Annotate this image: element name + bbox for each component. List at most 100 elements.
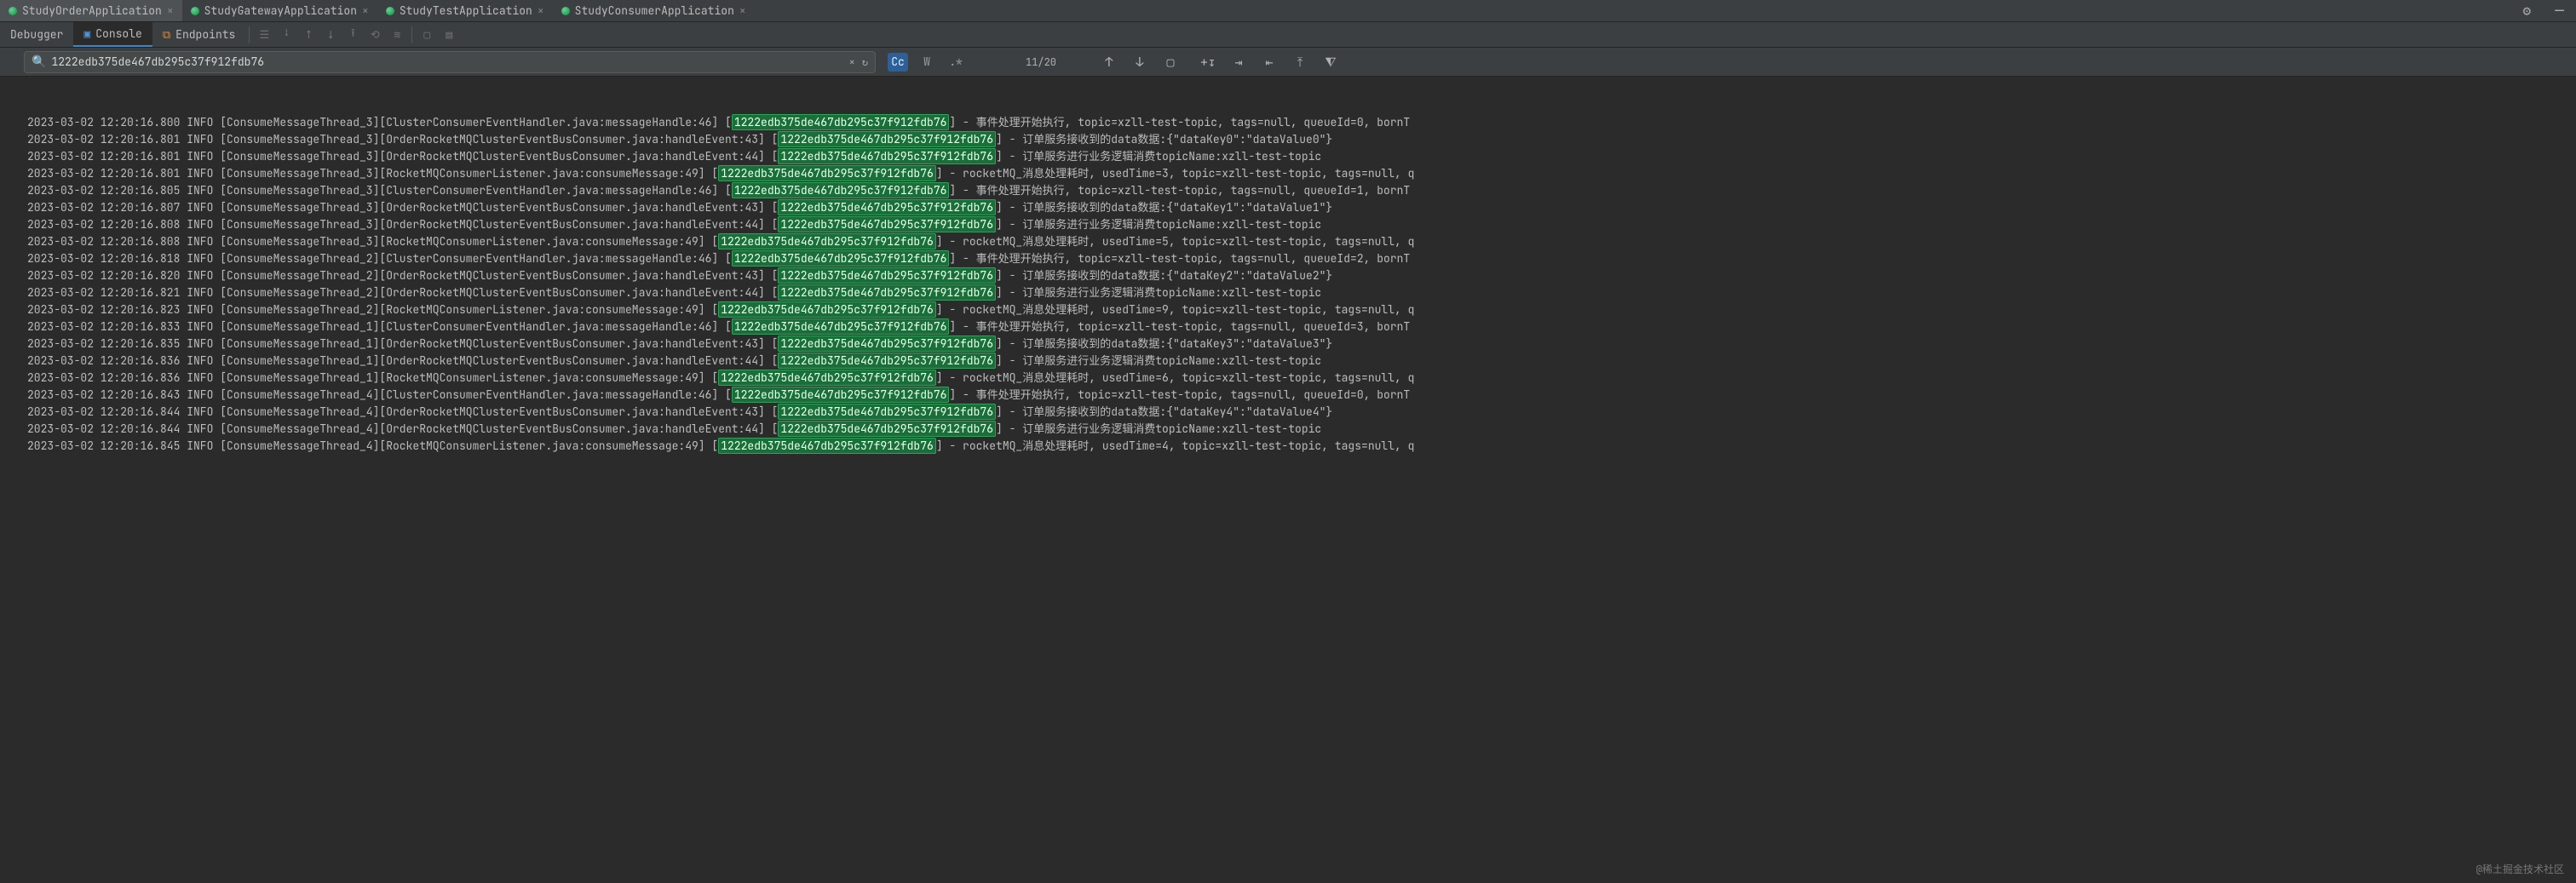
trace-id-highlight: 1222edb375de467db295c37f912fdb76 [778, 131, 996, 147]
trace-id-highlight: 1222edb375de467db295c37f912fdb76 [718, 233, 936, 249]
log-suffix: ] - 订单服务接收到的data数据:{"dataKey3":"dataValu… [996, 336, 1332, 351]
log-prefix: 2023-03-02 12:20:16.805 INFO [ConsumeMes… [27, 183, 732, 198]
trace-id-highlight: 1222edb375de467db295c37f912fdb76 [732, 318, 950, 335]
filter-icon-3[interactable]: ⤒ [1290, 52, 1310, 72]
endpoints-tab[interactable]: ⧉ Endpoints [152, 22, 246, 47]
search-input[interactable] [51, 54, 842, 69]
log-line: 2023-03-02 12:20:16.801 INFO [ConsumeMes… [27, 165, 2576, 182]
trace-id-highlight: 1222edb375de467db295c37f912fdb76 [778, 148, 996, 164]
log-line: 2023-03-02 12:20:16.823 INFO [ConsumeMes… [27, 301, 2576, 318]
trace-icon[interactable]: ≋ [386, 24, 408, 46]
watermark: @稀土掘金技术社区 [2476, 861, 2564, 878]
log-line: 2023-03-02 12:20:16.843 INFO [ConsumeMes… [27, 387, 2576, 404]
trace-id-highlight: 1222edb375de467db295c37f912fdb76 [718, 165, 936, 181]
run-indicator-icon [386, 7, 394, 15]
log-line: 2023-03-02 12:20:16.800 INFO [ConsumeMes… [27, 114, 2576, 131]
log-line: 2023-03-02 12:20:16.808 INFO [ConsumeMes… [27, 216, 2576, 233]
log-prefix: 2023-03-02 12:20:16.843 INFO [ConsumeMes… [27, 387, 732, 402]
funnel-icon[interactable]: ⧨ [1320, 52, 1341, 72]
console-icon: ▣ [83, 26, 90, 41]
log-suffix: ] - 订单服务进行业务逻辑消费topicName:xzll-test-topi… [996, 421, 1321, 436]
log-suffix: ] - 订单服务接收到的data数据:{"dataKey0":"dataValu… [996, 132, 1332, 146]
log-prefix: 2023-03-02 12:20:16.833 INFO [ConsumeMes… [27, 319, 732, 334]
trace-id-highlight: 1222edb375de467db295c37f912fdb76 [732, 182, 950, 198]
log-prefix: 2023-03-02 12:20:16.808 INFO [ConsumeMes… [27, 217, 778, 232]
log-suffix: ] - rocketMQ_消息处理耗时, usedTime=5, topic=x… [936, 234, 1415, 249]
log-suffix: ] - rocketMQ_消息处理耗时, usedTime=3, topic=x… [936, 166, 1415, 181]
tool-row: Debugger ▣ Console ⧉ Endpoints ☰ ⭭ ⭡ ⭣ ⭱… [0, 22, 2576, 48]
run-indicator-icon [561, 7, 570, 15]
run-config-tabs: StudyOrderApplication × StudyGatewayAppl… [0, 0, 2576, 22]
console-tab[interactable]: ▣ Console [73, 22, 152, 47]
step-over-icon[interactable]: ☰ [253, 24, 275, 46]
run-indicator-icon [9, 7, 17, 15]
search-field[interactable]: 🔍 × ↻ [24, 51, 876, 73]
search-hit-count: 11/20 [1026, 55, 1056, 69]
prev-match-icon[interactable]: ↑ [1099, 52, 1119, 72]
force-step-icon[interactable]: ⭣ [319, 24, 342, 46]
layout-icon[interactable]: ▢ [416, 24, 438, 46]
log-prefix: 2023-03-02 12:20:16.823 INFO [ConsumeMes… [27, 302, 718, 317]
run-to-cursor-icon[interactable]: ⭱ [342, 24, 364, 46]
log-suffix: ] - 订单服务接收到的data数据:{"dataKey4":"dataValu… [996, 404, 1332, 419]
log-suffix: ] - 事件处理开始执行, topic=xzll-test-topic, tag… [949, 115, 1410, 129]
log-suffix: ] - rocketMQ_消息处理耗时, usedTime=9, topic=x… [936, 302, 1415, 317]
match-case-toggle[interactable]: Cc [888, 53, 908, 72]
step-out-icon[interactable]: ⭡ [297, 24, 319, 46]
clear-search-icon[interactable]: × [849, 55, 855, 69]
trace-id-highlight: 1222edb375de467db295c37f912fdb76 [778, 267, 996, 284]
log-line: 2023-03-02 12:20:16.805 INFO [ConsumeMes… [27, 182, 2576, 199]
filter-icon-2[interactable]: ⇤ [1259, 52, 1279, 72]
tab-study-consumer[interactable]: StudyConsumerApplication × [553, 0, 755, 21]
settings-icon[interactable]: ▤ [438, 24, 460, 46]
close-icon[interactable]: × [167, 3, 174, 18]
log-suffix: ] - 事件处理开始执行, topic=xzll-test-topic, tag… [949, 183, 1410, 198]
log-prefix: 2023-03-02 12:20:16.844 INFO [ConsumeMes… [27, 404, 778, 419]
trace-id-highlight: 1222edb375de467db295c37f912fdb76 [778, 404, 996, 420]
evaluate-icon[interactable]: ⟲ [364, 24, 386, 46]
tab-study-gateway[interactable]: StudyGatewayApplication × [182, 0, 377, 21]
add-filter-icon[interactable]: +↧ [1198, 52, 1218, 72]
tab-study-order[interactable]: StudyOrderApplication × [0, 0, 182, 21]
log-prefix: 2023-03-02 12:20:16.820 INFO [ConsumeMes… [27, 268, 778, 283]
run-indicator-icon [191, 7, 199, 15]
log-suffix: ] - rocketMQ_消息处理耗时, usedTime=6, topic=x… [936, 370, 1415, 385]
hide-icon[interactable]: — [2543, 1, 2576, 20]
trace-id-highlight: 1222edb375de467db295c37f912fdb76 [732, 250, 950, 267]
log-prefix: 2023-03-02 12:20:16.844 INFO [ConsumeMes… [27, 421, 778, 436]
log-line: 2023-03-02 12:20:16.801 INFO [ConsumeMes… [27, 148, 2576, 165]
next-match-icon[interactable]: ↓ [1130, 52, 1150, 72]
log-prefix: 2023-03-02 12:20:16.818 INFO [ConsumeMes… [27, 251, 732, 266]
log-line: 2023-03-02 12:20:16.836 INFO [ConsumeMes… [27, 353, 2576, 370]
log-line: 2023-03-02 12:20:16.821 INFO [ConsumeMes… [27, 284, 2576, 301]
debugger-tab[interactable]: Debugger [0, 22, 73, 47]
close-icon[interactable]: × [362, 3, 369, 18]
log-suffix: ] - 订单服务进行业务逻辑消费topicName:xzll-test-topi… [996, 353, 1321, 368]
tab-study-test[interactable]: StudyTestApplication × [377, 0, 553, 21]
close-icon[interactable]: × [739, 3, 746, 18]
trace-id-highlight: 1222edb375de467db295c37f912fdb76 [732, 387, 950, 403]
log-suffix: ] - 订单服务进行业务逻辑消费topicName:xzll-test-topi… [996, 217, 1321, 232]
console-output[interactable]: 2023-03-02 12:20:16.800 INFO [ConsumeMes… [0, 77, 2576, 883]
filter-icon-1[interactable]: ⇥ [1228, 52, 1249, 72]
tab-label: Endpoints [175, 27, 235, 42]
select-all-icon[interactable]: ▢ [1160, 52, 1181, 72]
tab-label: StudyGatewayApplication [204, 3, 357, 18]
log-suffix: ] - 订单服务接收到的data数据:{"dataKey2":"dataValu… [996, 268, 1332, 283]
log-line: 2023-03-02 12:20:16.833 INFO [ConsumeMes… [27, 318, 2576, 335]
history-icon[interactable]: ↻ [862, 55, 868, 69]
log-prefix: 2023-03-02 12:20:16.821 INFO [ConsumeMes… [27, 285, 778, 300]
log-prefix: 2023-03-02 12:20:16.845 INFO [ConsumeMes… [27, 439, 718, 453]
gear-icon[interactable]: ⚙ [2511, 2, 2544, 20]
close-icon[interactable]: × [538, 3, 544, 18]
log-line: 2023-03-02 12:20:16.820 INFO [ConsumeMes… [27, 267, 2576, 284]
log-line: 2023-03-02 12:20:16.835 INFO [ConsumeMes… [27, 335, 2576, 353]
trace-id-highlight: 1222edb375de467db295c37f912fdb76 [778, 216, 996, 232]
log-prefix: 2023-03-02 12:20:16.835 INFO [ConsumeMes… [27, 336, 778, 351]
log-suffix: ] - 事件处理开始执行, topic=xzll-test-topic, tag… [949, 319, 1410, 334]
regex-toggle[interactable]: .* [946, 53, 966, 72]
trace-id-highlight: 1222edb375de467db295c37f912fdb76 [778, 284, 996, 301]
step-into-icon[interactable]: ⭭ [275, 24, 297, 46]
log-prefix: 2023-03-02 12:20:16.800 INFO [ConsumeMes… [27, 115, 732, 129]
words-toggle[interactable]: W [917, 53, 937, 72]
